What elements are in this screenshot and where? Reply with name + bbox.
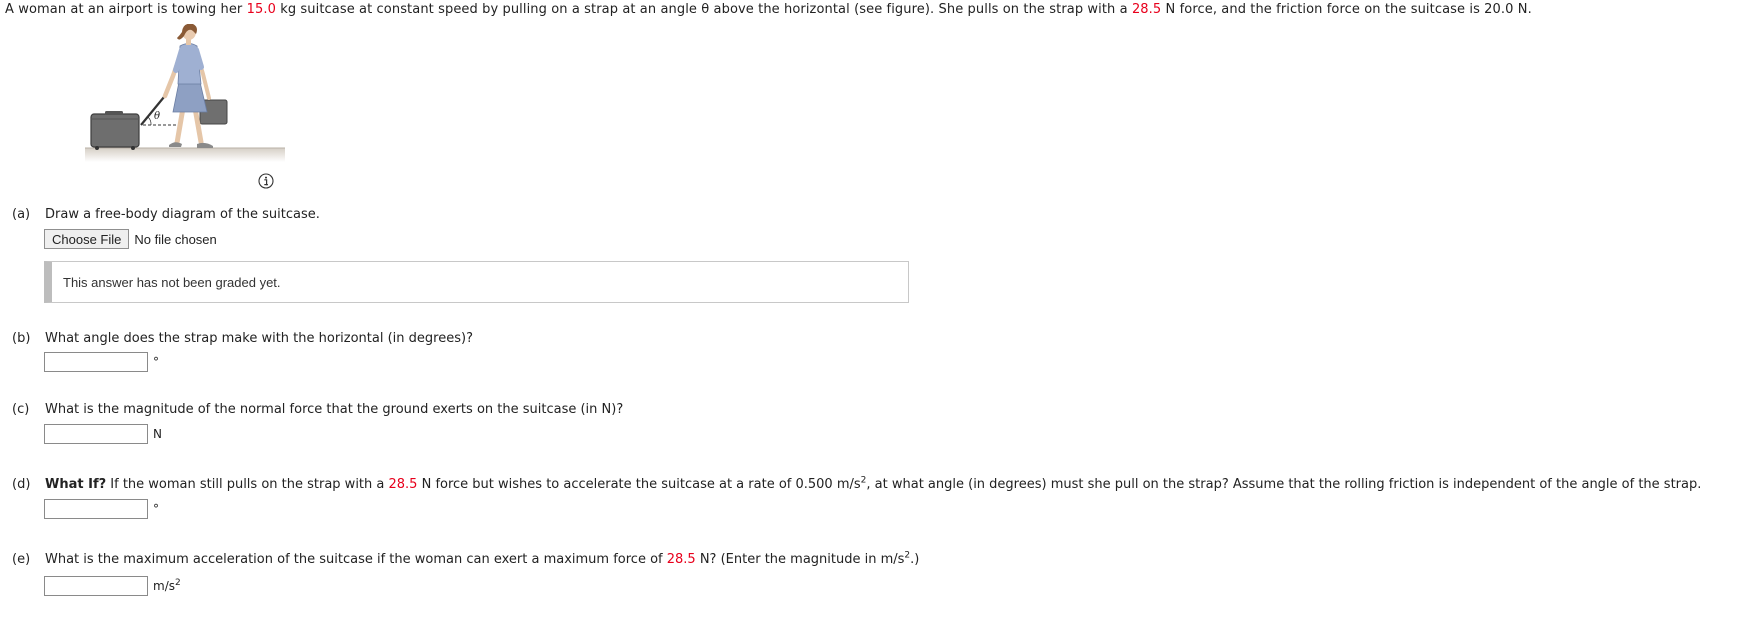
part-b-label: (b) bbox=[12, 331, 31, 346]
part-c-label: (c) bbox=[12, 402, 30, 417]
degree-unit: ° bbox=[153, 502, 159, 516]
force-value: 28.5 bbox=[388, 477, 418, 492]
part-e-answer-input[interactable] bbox=[44, 576, 148, 596]
grading-status-box: This answer has not been graded yet. bbox=[44, 261, 909, 303]
part-a-question: (a) Draw a free-body diagram of the suitc… bbox=[12, 207, 320, 222]
woman-towing-suitcase-illustration: θ bbox=[85, 23, 285, 162]
part-b-answer-row: ° bbox=[44, 352, 159, 372]
part-a-label: (a) bbox=[12, 207, 31, 222]
theta-label: θ bbox=[154, 111, 160, 122]
problem-figure: θ bbox=[85, 23, 285, 199]
newton-unit: N bbox=[153, 427, 162, 441]
force-value: 28.5 bbox=[1131, 2, 1162, 17]
info-icon[interactable] bbox=[258, 173, 274, 189]
choose-file-button[interactable]: Choose File bbox=[44, 229, 130, 249]
part-c-answer-row: N bbox=[44, 424, 162, 444]
grading-status-text: This answer has not been graded yet. bbox=[63, 274, 281, 290]
what-if-label: What If? bbox=[45, 477, 107, 492]
part-e-question: (e) What is the maximum acceleration of t… bbox=[12, 550, 920, 567]
part-d-question: (d) What If? If the woman still pulls on … bbox=[12, 475, 1702, 492]
part-b-answer-input[interactable] bbox=[44, 352, 148, 372]
acceleration-unit: m/s2 bbox=[153, 578, 181, 594]
part-e-answer-row: m/s2 bbox=[44, 576, 181, 596]
force-value: 28.5 bbox=[666, 552, 696, 567]
part-d-answer-row: ° bbox=[44, 499, 159, 519]
degree-unit: ° bbox=[153, 355, 159, 369]
part-d-answer-input[interactable] bbox=[44, 499, 148, 519]
part-c-question: (c) What is the magnitude of the normal f… bbox=[12, 402, 624, 417]
part-b-question: (b) What angle does the strap make with t… bbox=[12, 331, 473, 346]
problem-statement: A woman at an airport is towing her 15.0… bbox=[5, 2, 1532, 17]
file-upload: Choose File No file chosen bbox=[44, 229, 217, 249]
part-d-label: (d) bbox=[12, 477, 31, 492]
mass-value: 15.0 bbox=[246, 2, 276, 17]
no-file-status: No file chosen bbox=[134, 231, 217, 247]
part-e-label: (e) bbox=[12, 552, 31, 567]
part-c-answer-input[interactable] bbox=[44, 424, 148, 444]
